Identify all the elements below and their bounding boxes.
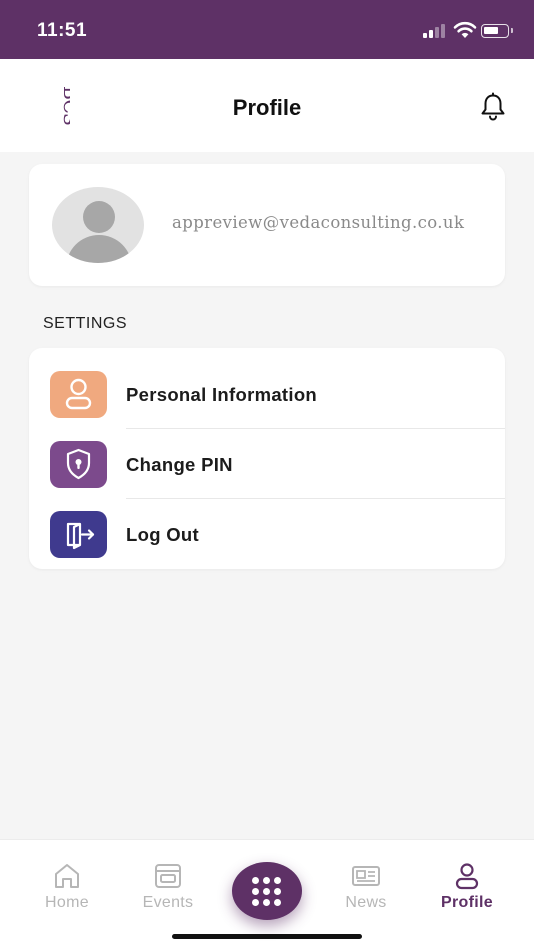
center-menu-button[interactable] bbox=[232, 862, 302, 920]
status-time: 11:51 bbox=[37, 20, 88, 41]
log-out-button[interactable]: Log Out bbox=[29, 500, 505, 570]
battery-icon bbox=[481, 24, 513, 38]
personal-information-button[interactable]: Personal Information bbox=[29, 360, 505, 430]
status-bar: 11:51 bbox=[0, 0, 534, 59]
shield-lock-icon bbox=[50, 441, 107, 488]
setting-label-personal-information: Personal Information bbox=[126, 384, 318, 405]
wifi-icon bbox=[453, 21, 477, 38]
tab-label-profile: Profile bbox=[441, 894, 493, 911]
person-placeholder-icon bbox=[52, 187, 144, 263]
page-title: Profile bbox=[232, 95, 302, 120]
status-icons bbox=[423, 21, 518, 42]
events-icon bbox=[155, 864, 181, 888]
profile-icon bbox=[455, 863, 479, 890]
divider bbox=[126, 428, 505, 429]
setting-label-change-pin: Change PIN bbox=[126, 454, 233, 475]
bell-icon[interactable] bbox=[479, 92, 507, 122]
tab-events[interactable]: Events bbox=[123, 862, 213, 922]
settings-card: Personal Information Change PIN Log Out bbox=[29, 348, 505, 569]
tab-label-news: News bbox=[345, 894, 387, 911]
tab-label-home: Home bbox=[45, 894, 89, 911]
settings-heading: SETTINGS bbox=[43, 315, 128, 332]
profile-email: appreview@vedaconsulting.co.uk bbox=[172, 213, 465, 232]
signal-icon bbox=[423, 22, 447, 38]
tab-home[interactable]: Home bbox=[22, 862, 112, 922]
setting-label-log-out: Log Out bbox=[126, 524, 199, 545]
profile-card: appreview@vedaconsulting.co.uk bbox=[29, 164, 505, 286]
home-icon bbox=[55, 864, 79, 888]
change-pin-button[interactable]: Change PIN bbox=[29, 430, 505, 500]
person-icon bbox=[50, 371, 107, 418]
tab-label-events: Events bbox=[142, 894, 194, 911]
news-icon bbox=[352, 866, 380, 886]
tab-news[interactable]: News bbox=[321, 862, 411, 922]
divider bbox=[126, 498, 505, 499]
logout-icon bbox=[50, 511, 107, 558]
home-indicator bbox=[172, 934, 362, 939]
tab-profile[interactable]: Profile bbox=[422, 862, 512, 922]
